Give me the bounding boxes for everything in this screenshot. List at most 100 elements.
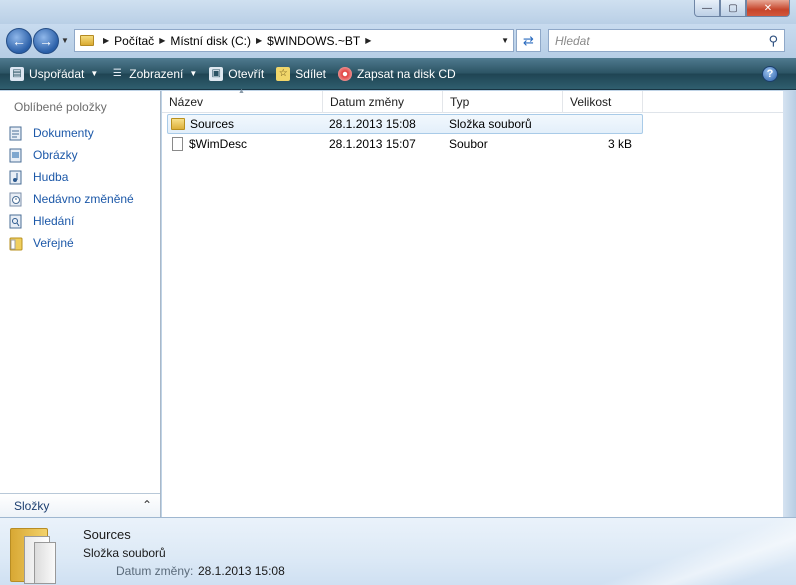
breadcrumb-separator-icon[interactable]: ▶: [365, 36, 371, 45]
navigation-pane: Oblíbené položky Dokumenty Obrázky Hudba…: [0, 91, 161, 517]
file-icon: [172, 137, 183, 151]
open-button[interactable]: ▣ Otevřít: [203, 62, 270, 86]
forward-button[interactable]: →: [33, 28, 59, 54]
public-folder-icon: [8, 235, 24, 251]
folder-icon: [80, 35, 94, 46]
column-header-size[interactable]: Velikost: [563, 91, 643, 113]
open-icon: ▣: [209, 66, 224, 81]
column-header-label: Datum změny: [330, 95, 405, 109]
favorite-item-recent[interactable]: Nedávno změněné: [8, 188, 134, 210]
window-controls: — ▢ ✕: [694, 0, 790, 17]
refresh-icon: ⇄: [523, 32, 534, 48]
favorite-label: Nedávno změněné: [33, 192, 134, 206]
open-label: Otevřít: [228, 66, 265, 81]
views-label: Zobrazení: [129, 66, 184, 81]
column-headers: ▲ Název Datum změny Typ Velikost: [162, 88, 783, 113]
breadcrumb-local-disk[interactable]: Místní disk (C:): [170, 34, 251, 48]
documents-icon: [8, 125, 24, 141]
file-date-cell: 28.1.2013 15:08: [329, 117, 416, 131]
organize-label: Uspořádat: [29, 66, 85, 81]
minimize-icon: —: [702, 2, 712, 14]
breadcrumb-separator-icon[interactable]: ▶: [159, 36, 165, 45]
chevron-down-icon: ▼: [90, 69, 99, 78]
favorite-label: Hledání: [33, 214, 75, 228]
address-bar[interactable]: ▶ Počítač ▶ Místní disk (C:) ▶ $WINDOWS.…: [74, 29, 514, 52]
column-header-label: Název: [169, 95, 204, 109]
column-header-date[interactable]: Datum změny: [323, 91, 443, 113]
breadcrumb-computer[interactable]: Počítač: [114, 34, 154, 48]
favorite-item-pictures[interactable]: Obrázky: [8, 144, 134, 166]
file-row-sources[interactable]: Sources 28.1.2013 15:08 Složka souborů: [167, 114, 643, 134]
favorites-list: Dokumenty Obrázky Hudba Nedávno změněné …: [8, 122, 134, 254]
decorative-swoosh: [536, 518, 796, 585]
search-folder-icon: [8, 213, 24, 229]
command-bar: ▤ Uspořádat ▼ ☰ Zobrazení ▼ ▣ Otevřít ☆ …: [0, 58, 796, 90]
chevron-up-icon: ⌃: [141, 498, 152, 512]
maximize-icon: ▢: [728, 2, 738, 14]
file-type-cell: Soubor: [449, 137, 488, 151]
breadcrumb-separator-icon[interactable]: ▶: [103, 36, 109, 45]
recent-pages-dropdown[interactable]: ▼: [61, 36, 69, 45]
close-icon: ✕: [763, 2, 773, 14]
refresh-button[interactable]: ⇄: [516, 29, 541, 52]
details-date-label: Datum změny:: [116, 564, 194, 578]
forward-arrow-icon: →: [39, 33, 53, 49]
window-right-frame: [783, 91, 796, 517]
burn-label: Zapsat na disk CD: [356, 66, 456, 81]
details-pane: Sources Složka souborů Datum změny: 28.1…: [0, 517, 796, 585]
favorites-heading: Oblíbené položky: [14, 100, 107, 114]
favorite-label: Dokumenty: [33, 126, 94, 140]
details-date-value: 28.1.2013 15:08: [198, 564, 285, 578]
pictures-icon: [8, 147, 24, 163]
folders-label: Složky: [14, 498, 50, 513]
favorite-item-music[interactable]: Hudba: [8, 166, 134, 188]
burn-button[interactable]: Zapsat na disk CD: [332, 62, 462, 86]
address-row: ← → ▼ ▶ Počítač ▶ Místní disk (C:) ▶ $WI…: [0, 24, 796, 58]
organize-button[interactable]: ▤ Uspořádat ▼: [0, 62, 104, 86]
column-header-filler: [643, 91, 783, 113]
help-icon[interactable]: ?: [762, 66, 778, 82]
search-icon[interactable]: ⚲: [768, 33, 778, 49]
file-rows: Sources 28.1.2013 15:08 Složka souborů $…: [167, 114, 643, 154]
music-icon: [8, 169, 24, 185]
search-box[interactable]: ⚲: [548, 29, 785, 52]
file-name: $WimDesc: [189, 137, 248, 151]
file-name-cell: Sources: [168, 115, 324, 133]
share-button[interactable]: ☆ Sdílet: [270, 62, 332, 86]
details-item-type: Složka souborů: [83, 546, 166, 560]
file-name: Sources: [190, 117, 235, 131]
column-header-label: Typ: [450, 95, 470, 109]
breadcrumb-separator-icon[interactable]: ▶: [256, 36, 262, 45]
back-button[interactable]: ←: [6, 28, 32, 54]
folders-toggle[interactable]: Složky ⌃: [0, 493, 160, 517]
views-icon: ☰: [112, 68, 122, 79]
maximize-button[interactable]: ▢: [720, 0, 746, 17]
close-button[interactable]: ✕: [746, 0, 790, 17]
folder-icon: [171, 118, 185, 130]
minimize-button[interactable]: —: [694, 0, 720, 17]
burn-disc-icon: [337, 66, 352, 81]
file-size-cell: [564, 115, 638, 133]
title-bar: — ▢ ✕: [0, 0, 796, 24]
favorite-label: Obrázky: [33, 148, 78, 162]
favorite-label: Veřejné: [33, 236, 74, 250]
views-button[interactable]: ☰ Zobrazení ▼: [104, 62, 203, 86]
file-row-wimdesc[interactable]: $WimDesc 28.1.2013 15:07 Soubor 3 kB: [167, 134, 643, 154]
address-dropdown-icon[interactable]: ▼: [501, 36, 509, 45]
favorite-label: Hudba: [33, 170, 69, 184]
column-header-type[interactable]: Typ: [443, 91, 563, 113]
favorite-item-documents[interactable]: Dokumenty: [8, 122, 134, 144]
organize-icon: ▤: [10, 66, 24, 81]
breadcrumb-windows-bt[interactable]: $WINDOWS.~BT: [267, 34, 360, 48]
chevron-down-icon: ▼: [189, 69, 198, 78]
share-label: Sdílet: [295, 66, 326, 81]
column-header-name[interactable]: ▲ Název: [162, 88, 323, 113]
favorite-item-public[interactable]: Veřejné: [8, 232, 134, 254]
favorite-item-search[interactable]: Hledání: [8, 210, 134, 232]
column-header-label: Velikost: [570, 95, 612, 109]
file-type-cell: Složka souborů: [449, 117, 532, 131]
back-arrow-icon: ←: [12, 33, 26, 49]
details-item-name: Sources: [83, 527, 131, 542]
file-size-cell: 3 kB: [607, 137, 632, 151]
search-input[interactable]: [555, 33, 755, 48]
